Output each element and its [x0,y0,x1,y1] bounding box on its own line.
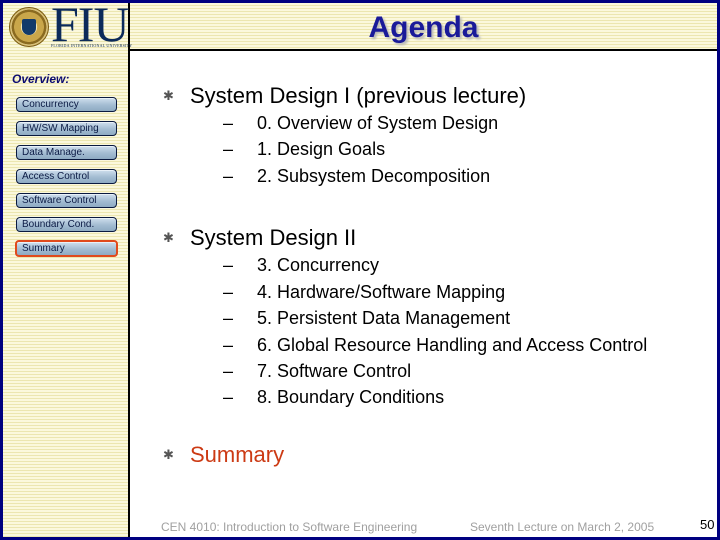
footer-lecture-date: Seventh Lecture on March 2, 2005 [470,520,655,534]
dash-marker: – [223,308,234,328]
slide-title: Agenda [368,11,479,44]
slide: FIU FLORIDA INTERNATIONAL UNIVERSITY Age… [3,3,717,537]
sidebar-item-data-manage[interactable]: Data Manage. [16,145,117,160]
sidebar-item-access-control[interactable]: Access Control [16,169,117,184]
bullet-label: System Design II [190,225,357,250]
subitem: – 6. Global Resource Handling and Access… [223,335,647,356]
logo-subtitle: FLORIDA INTERNATIONAL UNIVERSITY [51,43,133,48]
fiu-logo: FIU FLORIDA INTERNATIONAL UNIVERSITY [3,3,132,51]
footer-course: CEN 4010: Introduction to Software Engin… [161,520,418,534]
subitem: – 0. Overview of System Design [223,113,498,134]
subitem: – 4. Hardware/Software Mapping [223,282,505,303]
sidebar-item-concurrency[interactable]: Concurrency [16,97,117,112]
dash-marker: – [223,113,234,133]
university-seal-icon [9,7,49,47]
sidebar-heading: Overview: [12,72,70,86]
dash-marker: – [223,387,234,407]
bullet-system-design-2: ✱ System Design II [163,225,356,251]
asterisk-bullet-icon: ✱ [163,447,174,462]
logo-wordmark: FIU FLORIDA INTERNATIONAL UNIVERSITY [51,3,132,49]
dash-marker: – [223,361,234,381]
subitem-label: 4. Hardware/Software Mapping [257,282,506,302]
dash-marker: – [223,166,234,186]
subitem: – 5. Persistent Data Management [223,308,510,329]
page-number: 50 [700,517,715,532]
subitem-label: 2. Subsystem Decomposition [257,166,491,186]
subitem-label: 0. Overview of System Design [257,113,499,133]
subitem-label: 3. Concurrency [257,255,380,275]
subitem-label: 5. Persistent Data Management [257,308,511,328]
subitem-label: 6. Global Resource Handling and Access C… [257,335,648,355]
sidebar-item-software-control[interactable]: Software Control [16,193,117,208]
bullet-summary: ✱ Summary [163,442,284,468]
dash-marker: – [223,139,234,159]
subitem: – 7. Software Control [223,361,411,382]
asterisk-bullet-icon: ✱ [163,230,174,245]
bullet-label: Summary [190,442,285,467]
subitem: – 2. Subsystem Decomposition [223,166,490,187]
sidebar-item-summary[interactable]: Summary [15,240,118,257]
subitem-label: 7. Software Control [257,361,412,381]
subitem-label: 1. Design Goals [257,139,386,159]
bullet-system-design-1: ✱ System Design I (previous lecture) [163,83,526,109]
dash-marker: – [223,282,234,302]
subitem: – 8. Boundary Conditions [223,387,444,408]
dash-marker: – [223,335,234,355]
asterisk-bullet-icon: ✱ [163,88,174,103]
sidebar-item-boundary-cond[interactable]: Boundary Cond. [16,217,117,232]
sidebar-item-hw-sw-mapping[interactable]: HW/SW Mapping [16,121,117,136]
subitem-label: 8. Boundary Conditions [257,387,445,407]
subitem: – 1. Design Goals [223,139,385,160]
dash-marker: – [223,255,234,275]
subitem: – 3. Concurrency [223,255,379,276]
bullet-label: System Design I (previous lecture) [190,83,527,108]
